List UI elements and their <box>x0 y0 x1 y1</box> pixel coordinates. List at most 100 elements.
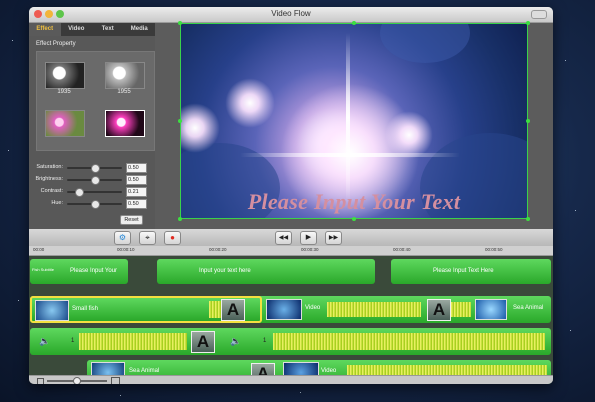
clip-label: Video <box>321 368 337 374</box>
speaker-icon: 🔈 <box>230 336 242 346</box>
resize-handle[interactable] <box>178 21 182 25</box>
ruler-tick: 00:00:30 <box>301 247 319 252</box>
toolbar-toggle-button[interactable] <box>531 10 547 19</box>
waveform <box>327 302 421 317</box>
preset-label: 1935 <box>57 89 71 95</box>
hue-value[interactable]: 0.50 <box>126 199 147 209</box>
transition-block[interactable]: A <box>221 299 245 321</box>
clip-label: Please Input Text Here <box>433 268 494 274</box>
waveform <box>79 333 187 350</box>
sparkle <box>385 111 433 159</box>
hue-row: Hue: 0.50 <box>29 199 155 209</box>
waveform <box>451 302 471 317</box>
clip-thumbnail[interactable] <box>475 299 507 320</box>
resize-handle[interactable] <box>526 119 530 123</box>
zoom-out-icon[interactable] <box>37 378 44 384</box>
ruler-tick: 00:00:10 <box>117 247 135 252</box>
slider-knob[interactable] <box>90 176 100 185</box>
zoom-knob[interactable] <box>73 377 81 384</box>
text-clip[interactable]: Please Input Text Here <box>391 259 551 284</box>
star <box>8 150 9 151</box>
light-ray <box>240 153 460 157</box>
tab-effect[interactable]: Effect <box>29 23 61 36</box>
clip-label: Video <box>305 305 321 311</box>
clip-thumbnail <box>35 300 69 321</box>
speaker-icon: 🔈 <box>39 336 51 346</box>
saturation-slider[interactable] <box>67 164 122 173</box>
contrast-value[interactable]: 0.21 <box>126 187 147 197</box>
gear-icon[interactable]: ⚙ <box>114 231 131 245</box>
star <box>12 40 13 41</box>
sparkle <box>225 78 275 128</box>
text-clip[interactable]: Input your text here <box>157 259 375 284</box>
timeline-zoom-bar <box>29 375 553 384</box>
saturation-label: Saturation: <box>36 164 63 170</box>
star <box>575 210 576 211</box>
tab-media[interactable]: Media <box>124 23 156 36</box>
ruler-tick: 00:00:40 <box>393 247 411 252</box>
text-clip[interactable]: Fish Subtitle Please Input Your <box>30 259 128 284</box>
contrast-label: Contrast: <box>40 188 63 194</box>
ruler-tick: 00:00:20 <box>209 247 227 252</box>
clip-label: Sea Animal <box>513 305 544 311</box>
resize-handle[interactable] <box>526 217 530 221</box>
brightness-row: Brightness: 0.50 <box>29 175 155 185</box>
resize-handle[interactable] <box>178 119 182 123</box>
transition-block[interactable]: A <box>191 331 215 353</box>
panel-tabs: Effect Video Text Media <box>29 23 155 36</box>
resize-handle[interactable] <box>352 217 356 221</box>
ruler-tick: 00:00:50 <box>485 247 503 252</box>
hue-label: Hue: <box>51 200 63 206</box>
timeline: Fish Subtitle Please Input Your Input yo… <box>29 256 553 384</box>
resize-handle[interactable] <box>526 21 530 25</box>
brightness-slider[interactable] <box>67 176 122 185</box>
slider-knob[interactable] <box>90 164 100 173</box>
saturation-row: Saturation: 0.50 <box>29 163 155 173</box>
clip-label: Sea Animal <box>129 368 160 374</box>
light-ray <box>346 33 350 203</box>
play-icon[interactable]: ▶ <box>300 231 317 245</box>
clip-thumbnail[interactable] <box>266 299 302 320</box>
star <box>570 330 571 331</box>
contrast-slider[interactable] <box>67 188 122 197</box>
star <box>18 300 19 301</box>
preset-pink-thumbnail[interactable] <box>45 110 85 137</box>
effect-panel: Effect Video Text Media Effect Property … <box>29 23 155 229</box>
reset-button[interactable]: Reset <box>120 215 143 225</box>
preview-text-overlay[interactable]: Please Input Your Text <box>180 189 528 215</box>
playback-toolbar: ⚙ ⌖ ● ◀◀ ▶ ▶▶ <box>29 229 553 246</box>
crop-icon[interactable]: ⌖ <box>139 231 156 245</box>
resize-handle[interactable] <box>178 217 182 221</box>
record-icon[interactable]: ● <box>164 231 181 245</box>
preset-1935-thumbnail[interactable] <box>45 62 85 89</box>
video-preview[interactable]: Please Input Your Text <box>180 23 528 219</box>
slider-knob[interactable] <box>90 200 100 209</box>
waveform <box>273 333 545 350</box>
transition-block[interactable]: A <box>427 299 451 321</box>
brightness-value[interactable]: 0.50 <box>126 175 147 185</box>
slider-knob[interactable] <box>74 188 84 197</box>
preset-1955-thumbnail[interactable] <box>105 62 145 89</box>
star <box>120 395 121 396</box>
timeline-ruler[interactable]: 00:00 00:00:10 00:00:20 00:00:30 00:00:4… <box>29 246 553 256</box>
saturation-value[interactable]: 0.50 <box>126 163 147 173</box>
resize-handle[interactable] <box>352 21 356 25</box>
tab-text[interactable]: Text <box>92 23 124 36</box>
section-title: Effect Property <box>36 41 76 47</box>
star <box>565 60 566 61</box>
star <box>300 392 301 393</box>
audio-clip-label: 1 <box>71 338 75 344</box>
clip-prefix: Fish Subtitle <box>32 267 55 272</box>
clip-label: Small fish <box>72 306 99 312</box>
clip-label: Input your text here <box>199 268 251 274</box>
zoom-in-icon[interactable] <box>111 377 120 384</box>
preset-vivid-thumbnail[interactable] <box>105 110 145 137</box>
hue-slider[interactable] <box>67 200 122 209</box>
tab-video[interactable]: Video <box>61 23 93 36</box>
fast-forward-icon[interactable]: ▶▶ <box>325 231 342 245</box>
preset-label: 1955 <box>117 89 131 95</box>
window-title: Video Flow <box>271 9 311 18</box>
rewind-icon[interactable]: ◀◀ <box>275 231 292 245</box>
brightness-label: Brightness: <box>35 176 63 182</box>
ruler-tick: 00:00 <box>33 247 45 252</box>
